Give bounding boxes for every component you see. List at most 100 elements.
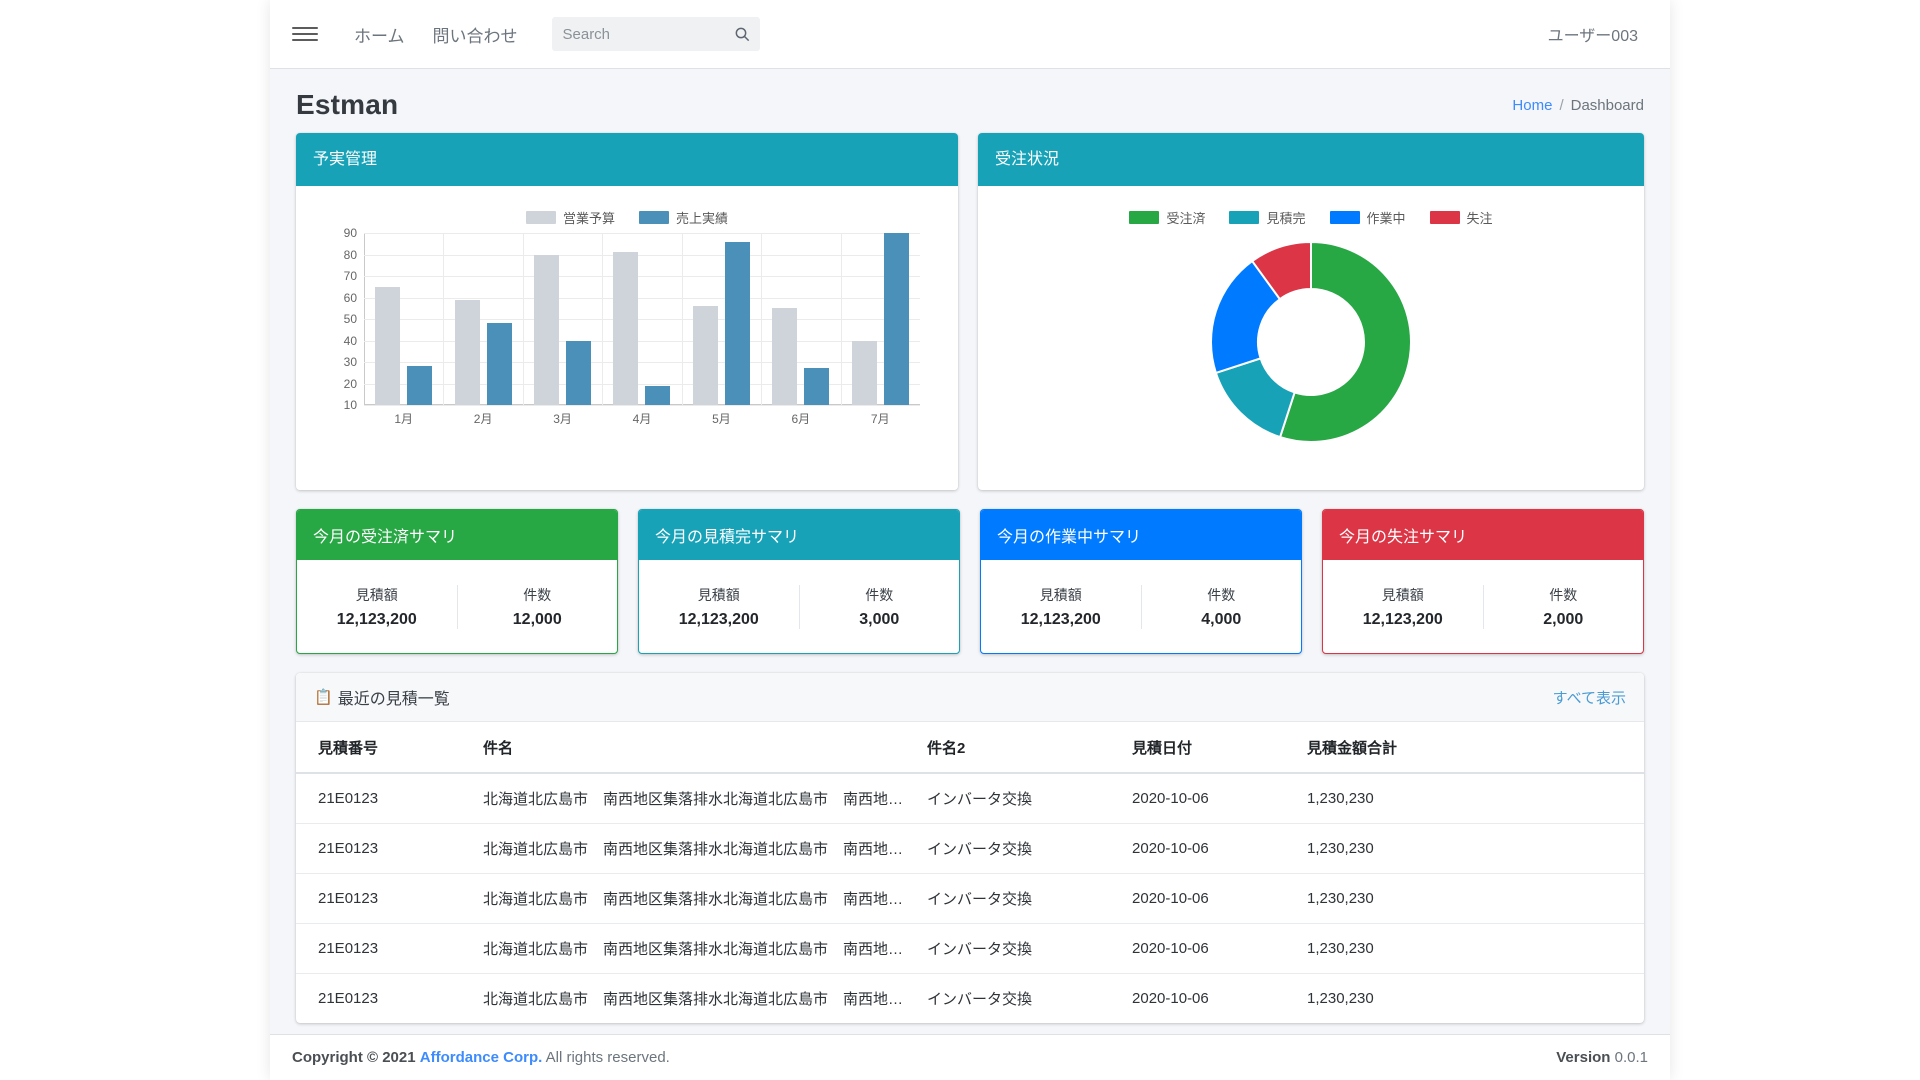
cell-name: 北海道北広島市 南西地区集落排水北海道北広島市 南西地… bbox=[471, 824, 915, 874]
show-all-link[interactable]: すべて表示 bbox=[1553, 687, 1626, 708]
bar-budget bbox=[772, 308, 797, 405]
bar-group: 2月 bbox=[443, 233, 522, 405]
recent-quotes-title: 最近の見積一覧 bbox=[338, 685, 450, 709]
cell-name: 北海道北広島市 南西地区集落排水北海道北広島市 南西地… bbox=[471, 924, 915, 974]
summary-count-quoted: 件数 3,000 bbox=[799, 585, 960, 629]
legend-item-actual: 売上実績 bbox=[639, 208, 728, 227]
legend-swatch-actual bbox=[639, 211, 669, 224]
summary-body-inprogress: 見積額 12,123,200 件数 4,000 bbox=[981, 560, 1301, 653]
summary-body-received: 見積額 12,123,200 件数 12,000 bbox=[297, 560, 617, 653]
legend-label-actual: 売上実績 bbox=[676, 208, 728, 227]
cell-quote-date: 2020-10-06 bbox=[1120, 773, 1295, 824]
content-wrapper: Estman Home / Dashboard 予実管理 bbox=[270, 69, 1670, 1034]
breadcrumb-home[interactable]: Home bbox=[1512, 97, 1552, 114]
donut-legend-item[interactable]: 受注済 bbox=[1129, 208, 1205, 227]
table-row-wrapper: 📋 最近の見積一覧 すべて表示 見積番号 件名 件名2 bbox=[296, 673, 1644, 1023]
nav-link-contact[interactable]: 問い合わせ bbox=[419, 16, 532, 53]
donut-graphic bbox=[1208, 239, 1414, 450]
search-icon[interactable] bbox=[734, 26, 750, 42]
search-box[interactable] bbox=[552, 17, 760, 51]
y-tick-label: 30 bbox=[344, 355, 357, 369]
app-window: ホーム 問い合わせ ユーザー003 Estman Home bbox=[270, 0, 1670, 1080]
donut-legend-item[interactable]: 見積完 bbox=[1229, 208, 1305, 227]
user-menu[interactable]: ユーザー003 bbox=[1538, 16, 1648, 52]
footer-version-label: Version bbox=[1556, 1049, 1610, 1066]
summary-count-value: 4,000 bbox=[1142, 611, 1302, 629]
donut-legend-item[interactable]: 失注 bbox=[1430, 208, 1493, 227]
summary-card-inprogress[interactable]: 今月の作業中サマリ 見積額 12,123,200 件数 4,000 bbox=[980, 509, 1302, 654]
column-header-quote-date[interactable]: 見積日付 bbox=[1120, 722, 1295, 773]
cell-name2: インバータ交換 bbox=[915, 773, 1120, 824]
column-header-quote-no[interactable]: 見積番号 bbox=[296, 722, 471, 773]
cell-name2: インバータ交換 bbox=[915, 924, 1120, 974]
donut-legend-label: 失注 bbox=[1467, 208, 1493, 227]
column-header-name2[interactable]: 件名2 bbox=[915, 722, 1120, 773]
donut-slice[interactable] bbox=[1216, 358, 1295, 437]
navbar-right: ユーザー003 bbox=[1538, 16, 1648, 52]
cell-total: 1,230,230 bbox=[1295, 773, 1644, 824]
footer-company-link[interactable]: Affordance Corp. bbox=[420, 1049, 543, 1066]
bar-actual bbox=[884, 233, 909, 405]
cell-quote-date: 2020-10-06 bbox=[1120, 874, 1295, 924]
summary-body-quoted: 見積額 12,123,200 件数 3,000 bbox=[639, 560, 959, 653]
breadcrumb-separator: / bbox=[1559, 97, 1563, 114]
bar-actual bbox=[566, 341, 591, 406]
bar-budget bbox=[455, 300, 480, 405]
summary-count-label: 件数 bbox=[1484, 585, 1644, 605]
bar-group: 5月 bbox=[682, 233, 761, 405]
summary-card-lost[interactable]: 今月の失注サマリ 見積額 12,123,200 件数 2,000 bbox=[1322, 509, 1644, 654]
table-row[interactable]: 21E0123北海道北広島市 南西地区集落排水北海道北広島市 南西地…インバータ… bbox=[296, 974, 1644, 1024]
bar-group: 6月 bbox=[761, 233, 840, 405]
table-row[interactable]: 21E0123北海道北広島市 南西地区集落排水北海道北広島市 南西地…インバータ… bbox=[296, 924, 1644, 974]
cell-name2: インバータ交換 bbox=[915, 974, 1120, 1024]
summary-amount-label: 見積額 bbox=[981, 585, 1141, 605]
budget-chart-card: 予実管理 営業予算 売上実績 bbox=[296, 133, 958, 490]
table-row[interactable]: 21E0123北海道北広島市 南西地区集落排水北海道北広島市 南西地…インバータ… bbox=[296, 773, 1644, 824]
cell-total: 1,230,230 bbox=[1295, 824, 1644, 874]
table-header: 見積番号 件名 件名2 見積日付 見積金額合計 bbox=[296, 722, 1644, 773]
hamburger-icon[interactable] bbox=[292, 21, 318, 47]
nav-link-home[interactable]: ホーム bbox=[340, 16, 419, 53]
recent-quotes-card: 📋 最近の見積一覧 すべて表示 見積番号 件名 件名2 bbox=[296, 673, 1644, 1023]
budget-chart-title: 予実管理 bbox=[296, 133, 958, 186]
summary-amount-quoted: 見積額 12,123,200 bbox=[639, 585, 799, 629]
summary-card-received[interactable]: 今月の受注済サマリ 見積額 12,123,200 件数 12,000 bbox=[296, 509, 618, 654]
breadcrumb: Home / Dashboard bbox=[1512, 97, 1644, 114]
recent-quotes-header: 📋 最近の見積一覧 すべて表示 bbox=[296, 673, 1644, 722]
table-row[interactable]: 21E0123北海道北広島市 南西地区集落排水北海道北広島市 南西地…インバータ… bbox=[296, 874, 1644, 924]
bar-budget bbox=[613, 252, 638, 405]
summary-amount-value: 12,123,200 bbox=[297, 611, 457, 629]
footer-version: Version 0.0.1 bbox=[1556, 1049, 1648, 1066]
donut-legend-swatch bbox=[1229, 211, 1259, 224]
summary-row: 今月の受注済サマリ 見積額 12,123,200 件数 12,000 bbox=[296, 509, 1644, 654]
cell-name: 北海道北広島市 南西地区集落排水北海道北広島市 南西地… bbox=[471, 874, 915, 924]
footer-copyright-prefix: Copyright © 2021 bbox=[292, 1049, 416, 1066]
bar-actual bbox=[725, 242, 750, 405]
summary-body-lost: 見積額 12,123,200 件数 2,000 bbox=[1323, 560, 1643, 653]
summary-amount-value: 12,123,200 bbox=[981, 611, 1141, 629]
bar-group: 3月 bbox=[523, 233, 602, 405]
legend-label-budget: 営業予算 bbox=[563, 208, 615, 227]
search-input[interactable] bbox=[552, 17, 760, 51]
summary-card-quoted[interactable]: 今月の見積完サマリ 見積額 12,123,200 件数 3,000 bbox=[638, 509, 960, 654]
summary-count-label: 件数 bbox=[458, 585, 618, 605]
donut-legend-item[interactable]: 作業中 bbox=[1330, 208, 1406, 227]
y-tick-label: 60 bbox=[344, 291, 357, 305]
cell-quote-date: 2020-10-06 bbox=[1120, 974, 1295, 1024]
column-header-total[interactable]: 見積金額合計 bbox=[1295, 722, 1644, 773]
cell-quote-no: 21E0123 bbox=[296, 874, 471, 924]
cell-quote-no: 21E0123 bbox=[296, 824, 471, 874]
summary-amount-lost: 見積額 12,123,200 bbox=[1323, 585, 1483, 629]
column-header-name[interactable]: 件名 bbox=[471, 722, 915, 773]
summary-amount-value: 12,123,200 bbox=[639, 611, 799, 629]
donut-chart-legend: 受注済 見積完 作業中 失注 bbox=[1129, 208, 1492, 227]
cell-name2: インバータ交換 bbox=[915, 874, 1120, 924]
summary-amount-label: 見積額 bbox=[639, 585, 799, 605]
page-title: Estman bbox=[296, 89, 398, 121]
cell-total: 1,230,230 bbox=[1295, 974, 1644, 1024]
table-row[interactable]: 21E0123北海道北広島市 南西地区集落排水北海道北広島市 南西地…インバータ… bbox=[296, 824, 1644, 874]
footer-rights: All rights reserved. bbox=[546, 1049, 670, 1066]
page-header: Estman Home / Dashboard bbox=[270, 69, 1670, 133]
summary-title-quoted: 今月の見積完サマリ bbox=[639, 510, 959, 560]
bar-plot-area: 1020304050607080901月2月3月4月5月6月7月 bbox=[364, 233, 920, 405]
